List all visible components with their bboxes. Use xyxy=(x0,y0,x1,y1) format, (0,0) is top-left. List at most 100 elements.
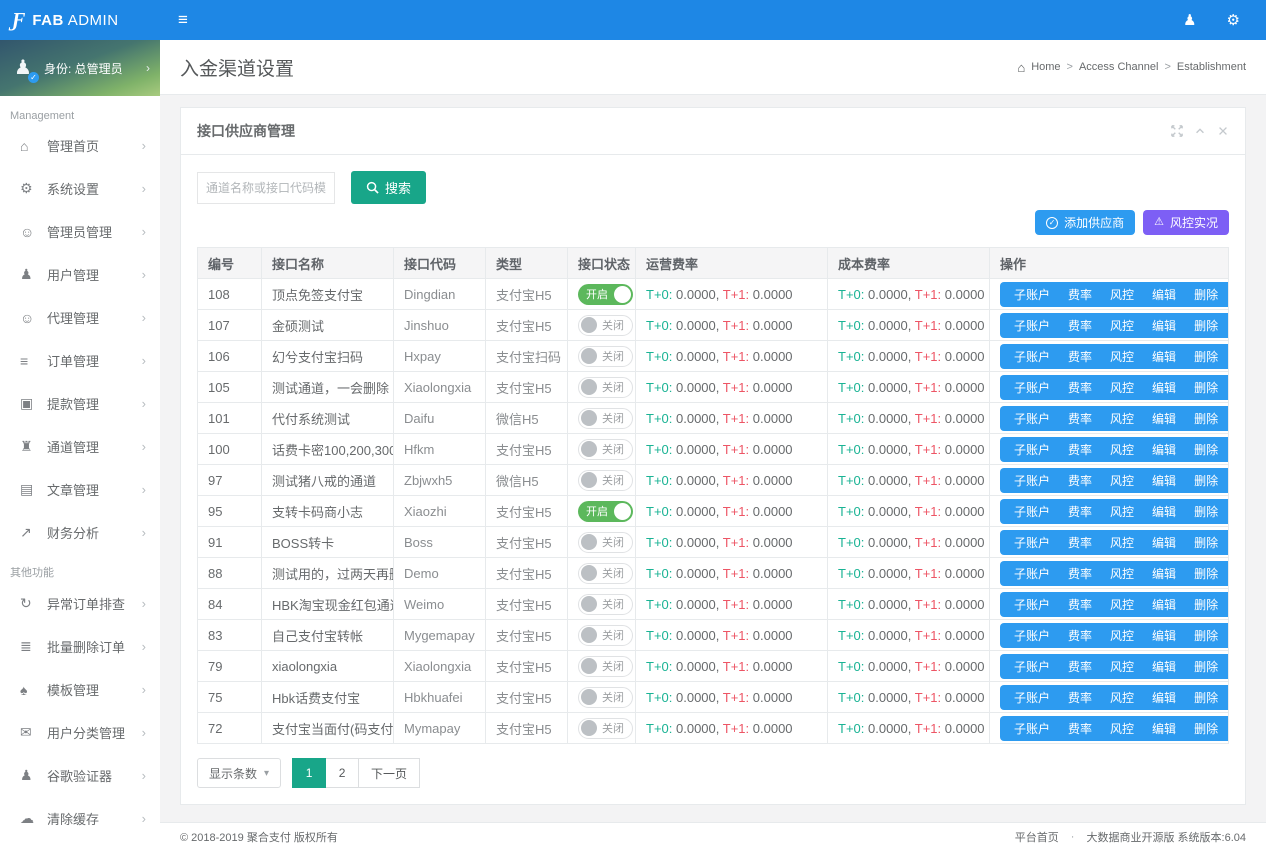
status-toggle-off[interactable]: 关闭 xyxy=(578,563,633,584)
row-action-button[interactable]: 编辑 xyxy=(1143,472,1185,489)
sidebar-item-home[interactable]: ⌂管理首页› xyxy=(0,124,160,167)
sidebar-item-comments[interactable]: ✉用户分类管理› xyxy=(0,711,160,754)
row-action-button[interactable]: 删除 xyxy=(1185,627,1227,644)
sidebar-item-gears[interactable]: ⚙系统设置› xyxy=(0,167,160,210)
close-icon[interactable] xyxy=(1217,125,1229,137)
row-action-button[interactable]: 风控 xyxy=(1101,286,1143,303)
row-action-button[interactable]: 子账户 xyxy=(1005,565,1059,582)
row-action-button[interactable]: 删除 xyxy=(1185,503,1227,520)
sidebar-item-withdraw[interactable]: ▣提款管理› xyxy=(0,382,160,425)
row-action-button[interactable]: 子账户 xyxy=(1005,596,1059,613)
status-toggle-off[interactable]: 关闭 xyxy=(578,625,633,646)
status-toggle-off[interactable]: 关闭 xyxy=(578,315,633,336)
status-toggle-off[interactable]: 关闭 xyxy=(578,439,633,460)
user-icon[interactable]: ♟ xyxy=(1183,11,1196,29)
row-action-button[interactable]: 子账户 xyxy=(1005,286,1059,303)
platform-home-link[interactable]: 平台首页 xyxy=(1015,829,1059,845)
sidebar-item-bars[interactable]: ≣批量删除订单› xyxy=(0,625,160,668)
add-supplier-button[interactable]: ✓ 添加供应商 xyxy=(1035,210,1135,235)
search-input[interactable] xyxy=(197,172,335,204)
row-action-button[interactable]: 子账户 xyxy=(1005,441,1059,458)
row-action-button[interactable]: 编辑 xyxy=(1143,379,1185,396)
row-action-button[interactable]: 删除 xyxy=(1185,596,1227,613)
row-action-button[interactable]: 编辑 xyxy=(1143,410,1185,427)
next-page-button[interactable]: 下一页 xyxy=(358,758,420,788)
row-action-button[interactable]: 费率 xyxy=(1059,596,1101,613)
row-action-button[interactable]: 风控 xyxy=(1101,565,1143,582)
row-action-button[interactable]: 费率 xyxy=(1059,472,1101,489)
status-toggle-off[interactable]: 关闭 xyxy=(578,532,633,553)
row-action-button[interactable]: 风控 xyxy=(1101,472,1143,489)
row-action-button[interactable]: 编辑 xyxy=(1143,689,1185,706)
row-action-button[interactable]: 删除 xyxy=(1185,317,1227,334)
row-action-button[interactable]: 费率 xyxy=(1059,348,1101,365)
row-action-button[interactable]: 编辑 xyxy=(1143,317,1185,334)
sidebar-item-chart[interactable]: ↗财务分析› xyxy=(0,511,160,554)
row-action-button[interactable]: 子账户 xyxy=(1005,534,1059,551)
row-action-button[interactable]: 子账户 xyxy=(1005,379,1059,396)
row-action-button[interactable]: 费率 xyxy=(1059,286,1101,303)
row-action-button[interactable]: 编辑 xyxy=(1143,627,1185,644)
status-toggle-on[interactable]: 开启 xyxy=(578,501,633,522)
row-action-button[interactable]: 费率 xyxy=(1059,689,1101,706)
sidebar-item-book[interactable]: ▤文章管理› xyxy=(0,468,160,511)
risk-live-button[interactable]: ⚠ 风控实况 xyxy=(1143,210,1229,235)
row-action-button[interactable]: 删除 xyxy=(1185,534,1227,551)
breadcrumb-item[interactable]: Establishment xyxy=(1177,61,1246,73)
row-action-button[interactable]: 风控 xyxy=(1101,658,1143,675)
row-action-button[interactable]: 风控 xyxy=(1101,596,1143,613)
sidebar-item-users[interactable]: ♟用户管理› xyxy=(0,253,160,296)
row-action-button[interactable]: 费率 xyxy=(1059,720,1101,737)
row-action-button[interactable]: 风控 xyxy=(1101,441,1143,458)
row-action-button[interactable]: 编辑 xyxy=(1143,441,1185,458)
user-panel[interactable]: ♟ ✓ 身份: 总管理员 › xyxy=(0,40,160,96)
row-action-button[interactable]: 删除 xyxy=(1185,565,1227,582)
row-action-button[interactable]: 编辑 xyxy=(1143,720,1185,737)
row-action-button[interactable]: 风控 xyxy=(1101,348,1143,365)
row-action-button[interactable]: 子账户 xyxy=(1005,658,1059,675)
page-size-dropdown[interactable]: 显示条数 ▾ xyxy=(197,758,281,788)
sidebar-item-refresh[interactable]: ↻异常订单排查› xyxy=(0,582,160,625)
row-action-button[interactable]: 子账户 xyxy=(1005,317,1059,334)
status-toggle-off[interactable]: 关闭 xyxy=(578,718,633,739)
row-action-button[interactable]: 删除 xyxy=(1185,379,1227,396)
page-button[interactable]: 1 xyxy=(292,758,326,788)
row-action-button[interactable]: 费率 xyxy=(1059,658,1101,675)
row-action-button[interactable]: 子账户 xyxy=(1005,720,1059,737)
status-toggle-off[interactable]: 关闭 xyxy=(578,470,633,491)
row-action-button[interactable]: 编辑 xyxy=(1143,286,1185,303)
expand-icon[interactable] xyxy=(1171,125,1183,137)
sidebar-item-apple[interactable]: ♠模板管理› xyxy=(0,668,160,711)
row-action-button[interactable]: 删除 xyxy=(1185,286,1227,303)
row-action-button[interactable]: 编辑 xyxy=(1143,348,1185,365)
row-action-button[interactable]: 费率 xyxy=(1059,317,1101,334)
row-action-button[interactable]: 费率 xyxy=(1059,379,1101,396)
row-action-button[interactable]: 子账户 xyxy=(1005,472,1059,489)
row-action-button[interactable]: 子账户 xyxy=(1005,627,1059,644)
row-action-button[interactable]: 风控 xyxy=(1101,689,1143,706)
row-action-button[interactable]: 风控 xyxy=(1101,410,1143,427)
row-action-button[interactable]: 风控 xyxy=(1101,534,1143,551)
row-action-button[interactable]: 费率 xyxy=(1059,441,1101,458)
row-action-button[interactable]: 风控 xyxy=(1101,627,1143,644)
row-action-button[interactable]: 费率 xyxy=(1059,503,1101,520)
sidebar-item-orders[interactable]: ≡订单管理› xyxy=(0,339,160,382)
row-action-button[interactable]: 风控 xyxy=(1101,720,1143,737)
sidebar-item-bank[interactable]: ♜通道管理› xyxy=(0,425,160,468)
status-toggle-off[interactable]: 关闭 xyxy=(578,656,633,677)
brand-logo[interactable]: Ƒ FAB ADMIN xyxy=(0,0,160,40)
row-action-button[interactable]: 子账户 xyxy=(1005,348,1059,365)
row-action-button[interactable]: 费率 xyxy=(1059,565,1101,582)
breadcrumb-item[interactable]: Home xyxy=(1031,61,1060,73)
row-action-button[interactable]: 删除 xyxy=(1185,410,1227,427)
sidebar-item-cloud[interactable]: ☁清除缓存› xyxy=(0,797,160,840)
row-action-button[interactable]: 子账户 xyxy=(1005,410,1059,427)
status-toggle-off[interactable]: 关闭 xyxy=(578,346,633,367)
row-action-button[interactable]: 删除 xyxy=(1185,689,1227,706)
row-action-button[interactable]: 编辑 xyxy=(1143,565,1185,582)
row-action-button[interactable]: 子账户 xyxy=(1005,689,1059,706)
row-action-button[interactable]: 风控 xyxy=(1101,503,1143,520)
row-action-button[interactable]: 费率 xyxy=(1059,410,1101,427)
collapse-icon[interactable] xyxy=(1194,125,1206,137)
sidebar-item-admin[interactable]: ☺管理员管理› xyxy=(0,210,160,253)
